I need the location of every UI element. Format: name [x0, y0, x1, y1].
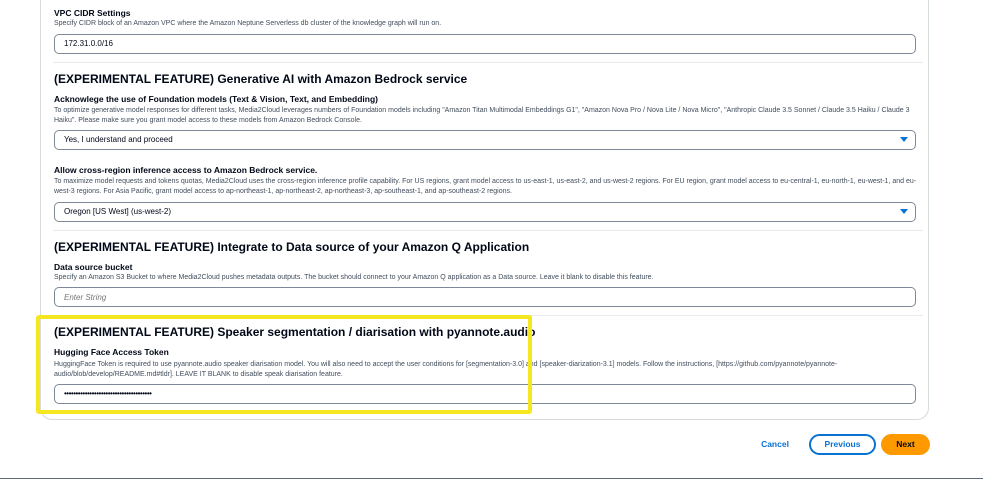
foundation-models-label: Acknowlege the use of Foundation models … — [54, 94, 378, 104]
data-source-bucket-input[interactable] — [54, 287, 916, 307]
foundation-models-select[interactable]: Yes, I understand and proceed — [54, 130, 916, 150]
vpc-cidr-label: VPC CIDR Settings — [54, 8, 131, 18]
foundation-models-selected-value: Yes, I understand and proceed — [64, 135, 173, 144]
speaker-section-title: (EXPERIMENTAL FEATURE) Speaker segmentat… — [54, 325, 536, 339]
vpc-cidr-description: Specify CIDR block of an Amazon VPC wher… — [54, 20, 442, 27]
amazonq-section-title: (EXPERIMENTAL FEATURE) Integrate to Data… — [54, 240, 530, 254]
cross-region-select[interactable]: Oregon [US West] (us-west-2) — [54, 202, 916, 222]
caret-down-icon — [900, 137, 908, 142]
section-divider — [53, 230, 923, 231]
foundation-models-description: To optimize generative model responses f… — [54, 107, 910, 124]
vpc-cidr-input[interactable]: 172.31.0.0/16 — [54, 34, 916, 54]
hugging-face-token-input[interactable]: •••••••••••••••••••••••••••••••••••••• — [54, 384, 916, 404]
cancel-button[interactable]: Cancel — [752, 435, 798, 453]
cross-region-selected-value: Oregon [US West] (us-west-2) — [64, 207, 171, 216]
hugging-face-token-description: HuggingFace Token is required to use pya… — [54, 361, 838, 378]
bedrock-section-title: (EXPERIMENTAL FEATURE) Generative AI wit… — [54, 72, 468, 86]
cross-region-description: To maximize model requests and tokens qu… — [54, 178, 917, 195]
data-source-bucket-label: Data source bucket — [54, 262, 133, 272]
caret-down-icon — [900, 209, 908, 214]
next-button[interactable]: Next — [881, 434, 930, 455]
section-divider — [53, 62, 923, 63]
previous-button[interactable]: Previous — [809, 434, 876, 455]
section-divider — [53, 315, 923, 316]
data-source-bucket-description: Specify an Amazon S3 Bucket to where Med… — [54, 274, 654, 281]
page-bottom-rule — [0, 478, 983, 479]
hugging-face-token-label: Hugging Face Access Token — [54, 347, 169, 357]
cross-region-label: Allow cross-region inference access to A… — [54, 165, 318, 175]
